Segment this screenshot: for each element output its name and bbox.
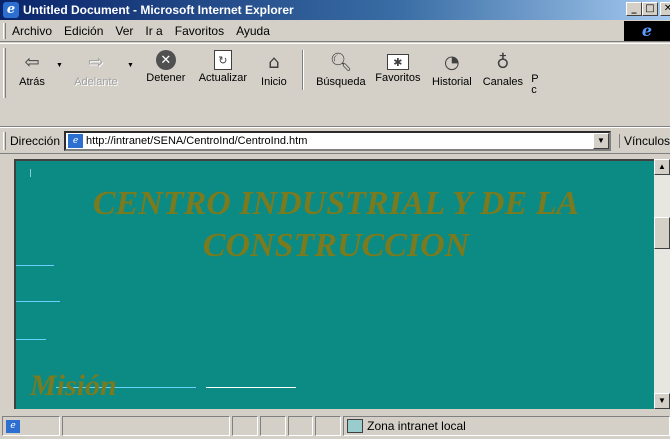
channels-button[interactable]: ♁ Canales (478, 48, 528, 96)
menu-grip[interactable] (3, 23, 6, 39)
channels-label: Canales (482, 76, 524, 88)
page-icon: e (68, 133, 84, 148)
speck (30, 169, 31, 177)
status-panel (259, 416, 286, 436)
minimize-button[interactable]: _ (626, 2, 642, 16)
standard-toolbar: ⇦ Atrás ▼ ⇨ Adelante ▼ ✕ Detener ↻ Actua… (0, 43, 670, 127)
menu-ir-a[interactable]: Ir a (139, 24, 168, 38)
address-url[interactable]: http://intranet/SENA/CentroInd/CentroInd… (86, 135, 307, 147)
fullscreen-icon (528, 50, 542, 72)
ie-logo-icon: e (3, 2, 19, 18)
address-dropdown-icon[interactable]: ▼ (592, 132, 609, 149)
arrow-right-icon: ⇨ (88, 51, 104, 73)
history-label: Historial (432, 76, 472, 88)
scroll-thumb[interactable] (654, 217, 670, 249)
mission-heading: Misión (30, 369, 117, 402)
scroll-down-icon[interactable]: ▼ (654, 393, 670, 409)
back-dropdown-icon[interactable]: ▼ (56, 62, 63, 69)
vertical-scrollbar[interactable]: ▲ ▼ (654, 159, 670, 409)
menu-favoritos[interactable]: Favoritos (169, 24, 230, 38)
menu-ver[interactable]: Ver (109, 24, 139, 38)
page-status-icon: e (6, 419, 20, 433)
ie-brand-logo: e (624, 21, 670, 41)
fullscreen-label: P c (531, 73, 539, 96)
links-button[interactable]: Vínculos (618, 133, 670, 148)
history-icon: ◔ (444, 51, 460, 73)
status-panel (231, 416, 258, 436)
home-label: Inicio (261, 76, 287, 88)
page-heading: CENTRO INDUSTRIAL Y DE LA CONSTRUCCION (92, 185, 580, 264)
browser-window: e Untitled Document - Microsoft Internet… (0, 0, 670, 439)
speck (206, 387, 296, 388)
scroll-up-icon[interactable]: ▲ (654, 159, 670, 175)
status-panel (287, 416, 314, 436)
speck (16, 301, 60, 302)
status-bar: e Zona intranet local (0, 413, 670, 439)
stop-icon: ✕ (155, 50, 176, 70)
history-button[interactable]: ◔ Historial (426, 48, 478, 96)
forward-button[interactable]: ⇨ Adelante (69, 48, 123, 96)
zone-label: Zona intranet local (367, 419, 466, 433)
forward-dropdown-icon[interactable]: ▼ (127, 62, 134, 69)
favorites-icon: ✱ (386, 54, 409, 70)
search-button[interactable]: 🔍︎ Búsqueda (312, 48, 370, 96)
status-page-panel: e (2, 416, 60, 436)
zone-panel: Zona intranet local (343, 416, 670, 436)
address-label: Dirección (10, 133, 61, 148)
status-text-panel (61, 416, 230, 436)
toolbar-separator (301, 50, 304, 90)
stop-label: Detener (146, 72, 186, 84)
title-bar[interactable]: e Untitled Document - Microsoft Internet… (0, 0, 670, 20)
channels-icon: ♁ (496, 51, 510, 73)
window-title: Untitled Document - Microsoft Internet E… (23, 3, 294, 17)
arrow-left-icon: ⇦ (24, 51, 40, 73)
address-grip[interactable] (3, 132, 6, 150)
refresh-label: Actualizar (198, 72, 248, 84)
speck (16, 339, 46, 340)
menu-archivo[interactable]: Archivo (6, 24, 58, 38)
favorites-button[interactable]: ✱ Favoritos (370, 48, 426, 96)
close-button[interactable]: ✕ (660, 2, 670, 16)
refresh-button[interactable]: ↻ Actualizar (192, 48, 254, 96)
ie-brand-icon: e (641, 21, 653, 40)
address-input[interactable]: e http://intranet/SENA/CentroInd/CentroI… (64, 130, 611, 151)
search-label: Búsqueda (316, 76, 366, 88)
status-panel (315, 416, 342, 436)
forward-label: Adelante (74, 76, 118, 88)
back-label: Atrás (19, 76, 45, 88)
search-icon: 🔍︎ (329, 51, 353, 73)
maximize-button[interactable]: □ (642, 2, 658, 16)
intranet-zone-icon (347, 419, 364, 433)
menu-edicion[interactable]: Edición (58, 24, 109, 38)
stop-button[interactable]: ✕ Detener (140, 48, 192, 96)
home-icon: ⌂ (268, 51, 280, 73)
home-button[interactable]: ⌂ Inicio (254, 48, 294, 96)
refresh-icon: ↻ (213, 50, 232, 70)
menu-bar: Archivo Edición Ver Ir a Favoritos Ayuda… (0, 20, 670, 42)
address-bar: Dirección e http://intranet/SENA/CentroI… (0, 127, 670, 154)
toolbar-grip[interactable] (3, 48, 6, 98)
menu-ayuda[interactable]: Ayuda (230, 24, 276, 38)
back-button[interactable]: ⇦ Atrás (12, 48, 52, 96)
page-content: CENTRO INDUSTRIAL Y DE LA CONSTRUCCION M… (14, 159, 654, 409)
fullscreen-button[interactable]: P c (528, 48, 542, 96)
favorites-label: Favoritos (375, 72, 421, 84)
